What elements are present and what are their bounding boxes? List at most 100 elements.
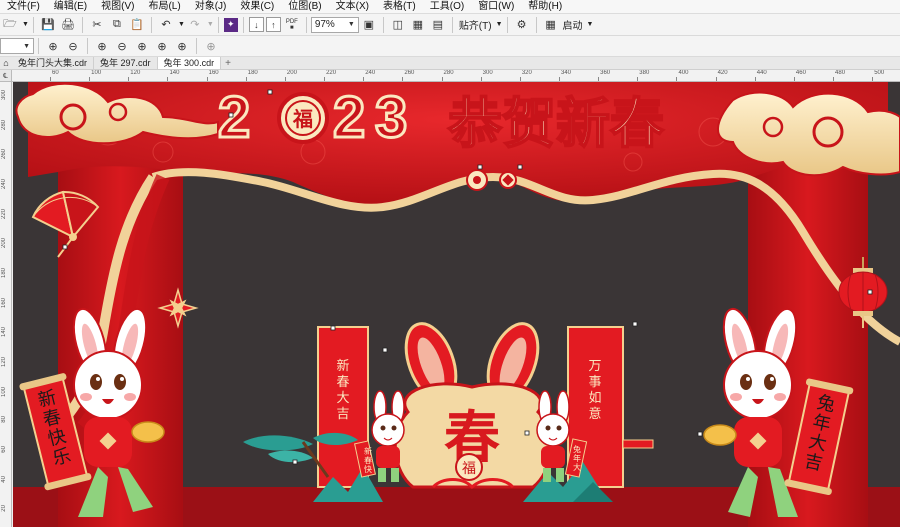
menu-tools[interactable]: 工具(O)	[423, 0, 471, 14]
ruler-label: 300	[1, 90, 7, 101]
ruler-label: 100	[1, 386, 7, 397]
separator	[150, 16, 152, 33]
chevron-down-icon: ▼	[347, 21, 355, 28]
left-banner-char-1: 新	[336, 358, 349, 374]
menu-bar: 文件(F) 编辑(E) 视图(V) 布局(L) 对象(J) 效果(C) 位图(B…	[0, 0, 900, 14]
menu-edit[interactable]: 编辑(E)	[47, 0, 94, 14]
drawing-canvas[interactable]: 2 福 2 3 恭贺新春 新 春 大 吉 万 事 如 意 春 福 新 春 快 兔…	[13, 82, 900, 527]
tab-document-1[interactable]: 兔年门头大集.cdr	[12, 57, 95, 69]
snap-to-button[interactable]: 贴齐(T)	[457, 17, 494, 32]
node-handle[interactable]	[330, 325, 336, 331]
open-dropdown-icon[interactable]: ▼	[22, 21, 29, 28]
ruler-tick	[50, 77, 51, 81]
cut-icon[interactable]: ✂	[88, 16, 106, 34]
node-handle[interactable]	[267, 89, 273, 95]
undo-icon[interactable]: ↶	[157, 16, 175, 34]
node-handle[interactable]	[867, 289, 873, 295]
document-tab-bar: ⌂ 兔年门头大集.cdr 兔年 297.cdr 兔年 300.cdr +	[0, 57, 900, 70]
node-handle[interactable]	[292, 459, 298, 465]
export-icon[interactable]: ↑	[265, 17, 281, 32]
menu-bitmaps[interactable]: 位图(B)	[281, 0, 328, 14]
ruler-tick	[363, 77, 365, 81]
home-icon[interactable]: ⌂	[0, 57, 12, 69]
menu-table[interactable]: 表格(T)	[376, 0, 423, 14]
launch-button[interactable]: 启动	[561, 17, 585, 32]
redo-icon[interactable]: ↷	[186, 16, 204, 34]
zoom-out-icon[interactable]: ⊖	[64, 37, 82, 55]
menu-help[interactable]: 帮助(H)	[521, 0, 569, 14]
pdf-label: PDF	[285, 18, 298, 25]
zoom-to-selected-icon[interactable]: ⊕	[93, 37, 111, 55]
vertical-ruler[interactable]: 300 280 260 240 220 200 180 160 140 120 100 80 60 40 2…	[0, 82, 12, 527]
ruler-tick	[480, 77, 482, 81]
undo-dropdown-icon[interactable]: ▼	[178, 21, 185, 28]
zoom-to-page-width-icon[interactable]: ⊕	[153, 37, 171, 55]
node-handle[interactable]	[517, 164, 523, 170]
separator	[38, 38, 39, 54]
small-left-scroll-char-3: 快	[364, 464, 372, 474]
search-content-icon[interactable]: ✦	[223, 17, 238, 32]
center-chun-plaque: 春 福	[393, 322, 553, 490]
ruler-label: 160	[1, 297, 7, 308]
ruler-label: 220	[1, 208, 7, 219]
ruler-tick	[833, 77, 835, 81]
snap-dropdown-icon[interactable]: ▼	[496, 21, 503, 28]
launch-dropdown-icon[interactable]: ▼	[587, 21, 594, 28]
size-input[interactable]: ▼	[0, 38, 34, 54]
ruler-origin[interactable]: ℄	[0, 70, 12, 82]
ruler-tick	[754, 77, 756, 81]
show-guidelines-icon[interactable]: ▤	[429, 16, 447, 34]
right-banner-char-2: 事	[588, 375, 601, 390]
add-tab-icon[interactable]: +	[221, 57, 235, 69]
copy-icon[interactable]: ⧉	[108, 16, 126, 34]
zoom-level-select[interactable]: 97% ▼	[310, 16, 359, 33]
menu-view[interactable]: 视图(V)	[94, 0, 141, 14]
menu-file[interactable]: 文件(F)	[0, 0, 47, 14]
ruler-label: 400	[678, 70, 689, 76]
menu-effects[interactable]: 效果(C)	[233, 0, 281, 14]
node-handle[interactable]	[632, 321, 638, 327]
right-banner-char-3: 如	[588, 390, 601, 406]
options-gear-icon[interactable]: ⚙	[513, 16, 531, 34]
ruler-label: 280	[1, 119, 7, 130]
print-icon[interactable]: 🖨	[59, 16, 77, 34]
ruler-label: 180	[247, 70, 258, 76]
node-handle[interactable]	[477, 164, 483, 170]
node-handle[interactable]	[228, 112, 234, 118]
node-handle[interactable]	[697, 431, 703, 437]
save-icon[interactable]: 💾	[39, 16, 57, 34]
menu-window[interactable]: 窗口(W)	[471, 0, 521, 14]
paste-icon[interactable]: 📋	[128, 16, 146, 34]
ruler-label: 420	[717, 70, 728, 76]
ruler-label: 160	[208, 70, 219, 76]
open-icon[interactable]: 🗁	[1, 16, 19, 34]
tab-document-3[interactable]: 兔年 300.cdr	[157, 57, 222, 69]
menu-text[interactable]: 文本(X)	[329, 0, 376, 14]
application-launcher-icon[interactable]: ▦	[542, 16, 560, 34]
zoom-to-page-height-icon[interactable]: ⊕	[173, 37, 191, 55]
node-handle[interactable]	[62, 244, 68, 250]
zoom-in-icon[interactable]: ⊕	[44, 37, 62, 55]
ruler-tick	[519, 77, 521, 81]
full-screen-icon[interactable]: ▣	[360, 16, 378, 34]
zoom-to-all-objects-icon[interactable]: ⊖	[113, 37, 131, 55]
zoom-to-page-icon[interactable]: ⊕	[133, 37, 151, 55]
menu-layout[interactable]: 布局(L)	[141, 0, 187, 14]
ruler-tick	[206, 77, 208, 81]
tab-document-2[interactable]: 兔年 297.cdr	[94, 57, 158, 69]
ruler-label: 340	[560, 70, 571, 76]
ruler-label: 280	[443, 70, 454, 76]
node-handle[interactable]	[382, 347, 388, 353]
add-icon[interactable]: ⊕	[202, 37, 220, 55]
node-handle[interactable]	[524, 430, 530, 436]
publish-pdf-icon[interactable]: PDF ■	[283, 16, 301, 34]
menu-object[interactable]: 对象(J)	[188, 0, 234, 14]
import-icon[interactable]: ↓	[248, 17, 264, 32]
horizontal-ruler[interactable]: 60 100 120 140 160 180 200 220 240 260 280 300 320 34…	[12, 70, 900, 82]
redo-dropdown-icon[interactable]: ▼	[207, 21, 214, 28]
ruler-label: 40	[1, 475, 7, 483]
small-left-scroll-char-2: 春	[364, 455, 372, 465]
separator	[32, 16, 34, 33]
show-rulers-icon[interactable]: ◫	[389, 16, 407, 34]
show-grid-icon[interactable]: ▦	[409, 16, 427, 34]
